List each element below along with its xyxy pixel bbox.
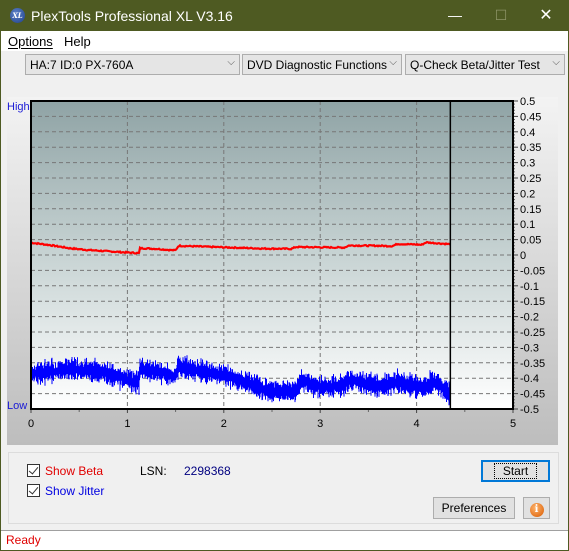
info-button[interactable]: i: [523, 497, 550, 519]
low-label: Low: [7, 400, 27, 412]
beta-jitter-chart: 0.5 0.45 0.4 0.35 0.3 0.25 0.2 0.15 0.1 0.05 0 -0.0…: [7, 96, 545, 430]
show-beta-label[interactable]: Show Beta: [45, 464, 103, 478]
close-button[interactable]: ✕: [523, 0, 569, 31]
y-tick-label: -0.35: [520, 358, 545, 370]
x-tick-label: 0: [28, 418, 34, 430]
x-tick-label: 1: [124, 418, 130, 430]
y-tick-label: 0: [520, 250, 526, 262]
y-tick-label: -0.1: [520, 281, 539, 293]
show-beta-text: Show Beta: [45, 464, 104, 478]
y-tick-label: 0.35: [520, 142, 541, 154]
y-tick-label: -0.2: [520, 312, 539, 324]
x-tick-label: 4: [414, 418, 420, 430]
x-tick-label: 2: [221, 418, 227, 430]
controls-panel: Show Beta Show Jitter LSN: 2298368 Start…: [8, 452, 559, 524]
y-tick-label: -0.25: [520, 327, 545, 339]
y-tick-label: 0.15: [520, 204, 541, 216]
show-jitter-text: Show Jitter: [45, 484, 105, 498]
preferences-button[interactable]: Preferences: [433, 497, 515, 519]
title-bar[interactable]: XL PlexTools Professional XL V3.16 — ☐ ✕: [0, 0, 569, 31]
y-tick-label: -0.15: [520, 296, 545, 308]
drive-select[interactable]: HA:7 ID:0 PX-760A ⌵: [25, 54, 240, 75]
app-logo-icon: XL: [10, 8, 25, 23]
menu-help-label: Help: [64, 34, 91, 49]
menu-options-label: Options: [8, 34, 53, 49]
y-tick-label: -0.4: [520, 373, 539, 385]
y-tick-label: 0.05: [520, 235, 541, 247]
chart-panel: 0.5 0.45 0.4 0.35 0.3 0.25 0.2 0.15 0.1 0.05 0 -0.0…: [7, 96, 558, 445]
function-select[interactable]: DVD Diagnostic Functions ⌵: [242, 54, 402, 75]
y-tick-label: 0.1: [520, 219, 535, 231]
lsn-value: 2298368: [184, 464, 231, 478]
x-tick-label: 5: [510, 418, 516, 430]
app-window: XL PlexTools Professional XL V3.16 — ☐ ✕…: [0, 0, 569, 551]
high-label: High: [7, 101, 30, 113]
show-jitter-checkbox[interactable]: [27, 484, 40, 497]
menu-help[interactable]: Help: [64, 34, 91, 49]
y-tick-label: 0.25: [520, 173, 541, 185]
y-tick-label: -0.5: [520, 404, 539, 416]
y-tick-label: 0.2: [520, 188, 535, 200]
drive-select-value: HA:7 ID:0 PX-760A: [30, 58, 134, 72]
minimize-button[interactable]: —: [432, 0, 478, 31]
chevron-down-icon: ⌵: [389, 57, 397, 68]
y-tick-label: 0.45: [520, 111, 541, 123]
y-tick-label: 0.4: [520, 127, 535, 139]
info-icon: i: [529, 503, 544, 517]
y-tick-label: -0.05: [520, 265, 545, 277]
status-text: Ready: [6, 533, 41, 547]
show-beta-checkbox[interactable]: [27, 464, 40, 477]
menu-options[interactable]: Options: [8, 34, 53, 49]
window-title: PlexTools Professional XL V3.16: [31, 8, 233, 24]
lsn-label: LSN:: [140, 464, 167, 478]
y-tick-label: -0.45: [520, 389, 545, 401]
x-tick-label: 3: [317, 418, 323, 430]
start-button-label: Start: [493, 463, 538, 479]
show-jitter-label[interactable]: Show Jitter: [45, 484, 104, 498]
menu-bar: Options Help: [1, 31, 568, 51]
y-tick-label: -0.3: [520, 342, 539, 354]
test-select[interactable]: Q-Check Beta/Jitter Test ⌵: [405, 54, 565, 75]
status-bar: Ready: [1, 530, 568, 550]
test-select-value: Q-Check Beta/Jitter Test: [410, 58, 540, 72]
start-button[interactable]: Start: [481, 460, 550, 482]
y-tick-label: 0.3: [520, 158, 535, 170]
chevron-down-icon: ⌵: [227, 57, 235, 68]
chevron-down-icon: ⌵: [552, 57, 560, 68]
y-tick-label: 0.5: [520, 97, 535, 108]
function-select-value: DVD Diagnostic Functions: [247, 58, 388, 72]
toolbar: HA:7 ID:0 PX-760A ⌵ DVD Diagnostic Funct…: [1, 51, 568, 79]
maximize-button[interactable]: ☐: [478, 0, 524, 31]
